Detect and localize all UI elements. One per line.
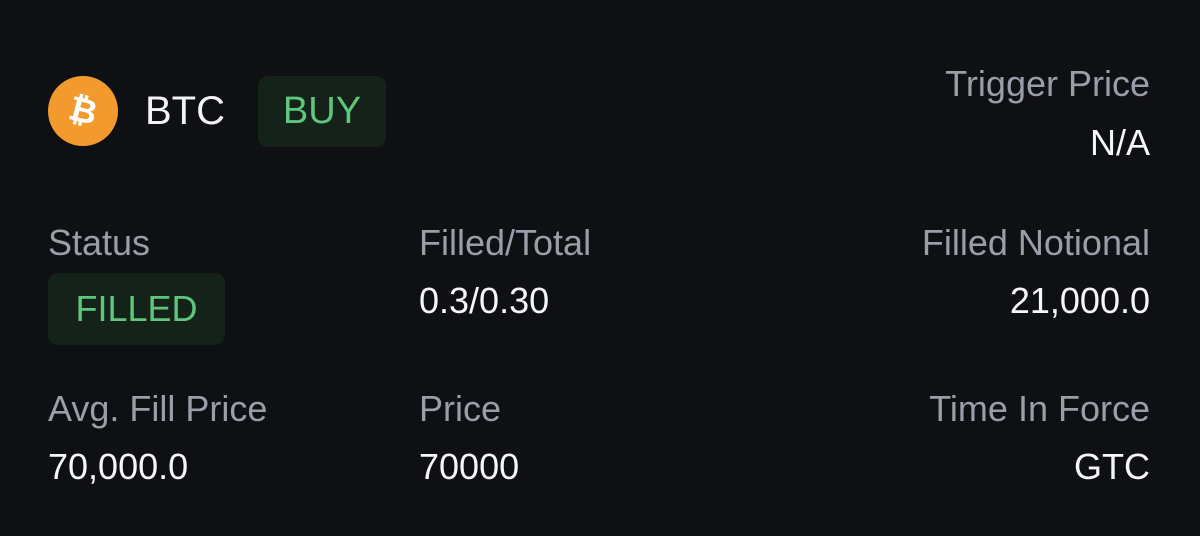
price-label: Price (419, 388, 502, 429)
avg-fill-price-value: 70,000.0 (48, 446, 189, 487)
coin-symbol: BTC (145, 89, 225, 133)
side-badge: BUY (258, 76, 386, 147)
time-in-force-value: GTC (1074, 446, 1150, 487)
bitcoin-icon: ₿ (48, 76, 118, 146)
svg-text:₿: ₿ (65, 89, 101, 133)
status-badge: FILLED (48, 273, 225, 345)
status-label: Status (48, 222, 151, 263)
filled-notional-label: Filled Notional (921, 222, 1150, 263)
avg-fill-price-label: Avg. Fill Price (48, 388, 268, 429)
order-detail-card: ₿ BTC BUY Trigger Price N/A Status FILLE… (0, 0, 1200, 536)
filled-total-value: 0.3/0.30 (419, 280, 550, 321)
bitcoin-glyph: ₿ (65, 89, 101, 133)
price-value: 70000 (419, 446, 520, 487)
filled-notional-value: 21,000.0 (1009, 280, 1150, 321)
filled-total-label: Filled/Total (419, 222, 592, 263)
time-in-force-label: Time In Force (929, 388, 1150, 429)
trigger-price-value: N/A (1089, 122, 1150, 163)
trigger-price-label: Trigger Price (945, 63, 1150, 104)
